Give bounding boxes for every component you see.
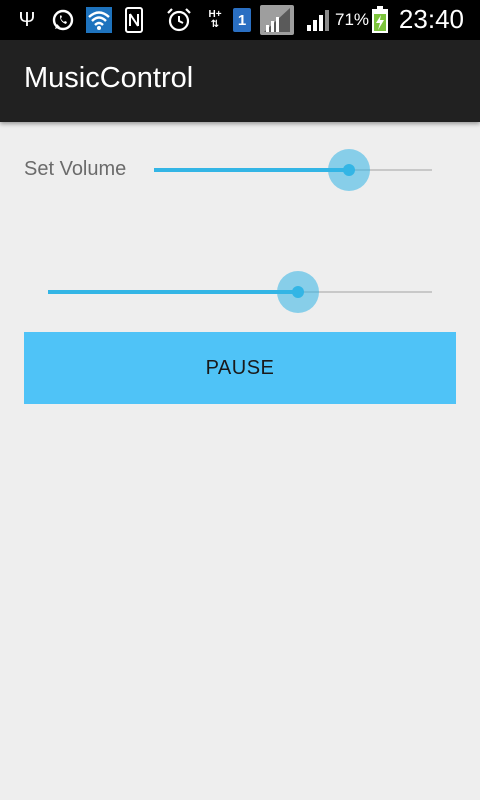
battery-percent: 71%: [335, 10, 370, 29]
sim-slot-label: 1: [233, 8, 251, 32]
progress-slider-fill: [48, 290, 298, 294]
status-bar: Ψ H+ ⇅ 1 71% 23:40: [0, 0, 480, 40]
battery-charging-icon: [370, 6, 390, 34]
alarm-icon: [166, 6, 192, 34]
volume-slider[interactable]: [154, 149, 432, 191]
action-bar: MusicControl: [0, 40, 480, 122]
sim-icon: 1: [232, 6, 252, 34]
whatsapp-icon: [50, 6, 76, 34]
usb-icon: Ψ: [18, 8, 36, 31]
progress-slider-thumb[interactable]: [291, 286, 304, 298]
volume-slider-fill: [154, 168, 349, 172]
nfc-icon: [124, 6, 144, 34]
volume-slider-thumb[interactable]: [342, 164, 355, 176]
pause-button[interactable]: PAUSE: [24, 332, 456, 404]
playback-progress-slider[interactable]: [48, 271, 432, 313]
signal-icon: [306, 6, 330, 34]
hplus-data-icon: H+ ⇅: [204, 6, 226, 34]
signal-gray-icon: [260, 5, 294, 35]
volume-label: Set Volume: [24, 158, 127, 180]
clock: 23:40: [398, 4, 464, 34]
data-arrows-icon: ⇅: [210, 19, 220, 30]
app-title: MusicControl: [24, 62, 194, 94]
wifi-icon: [86, 6, 112, 34]
